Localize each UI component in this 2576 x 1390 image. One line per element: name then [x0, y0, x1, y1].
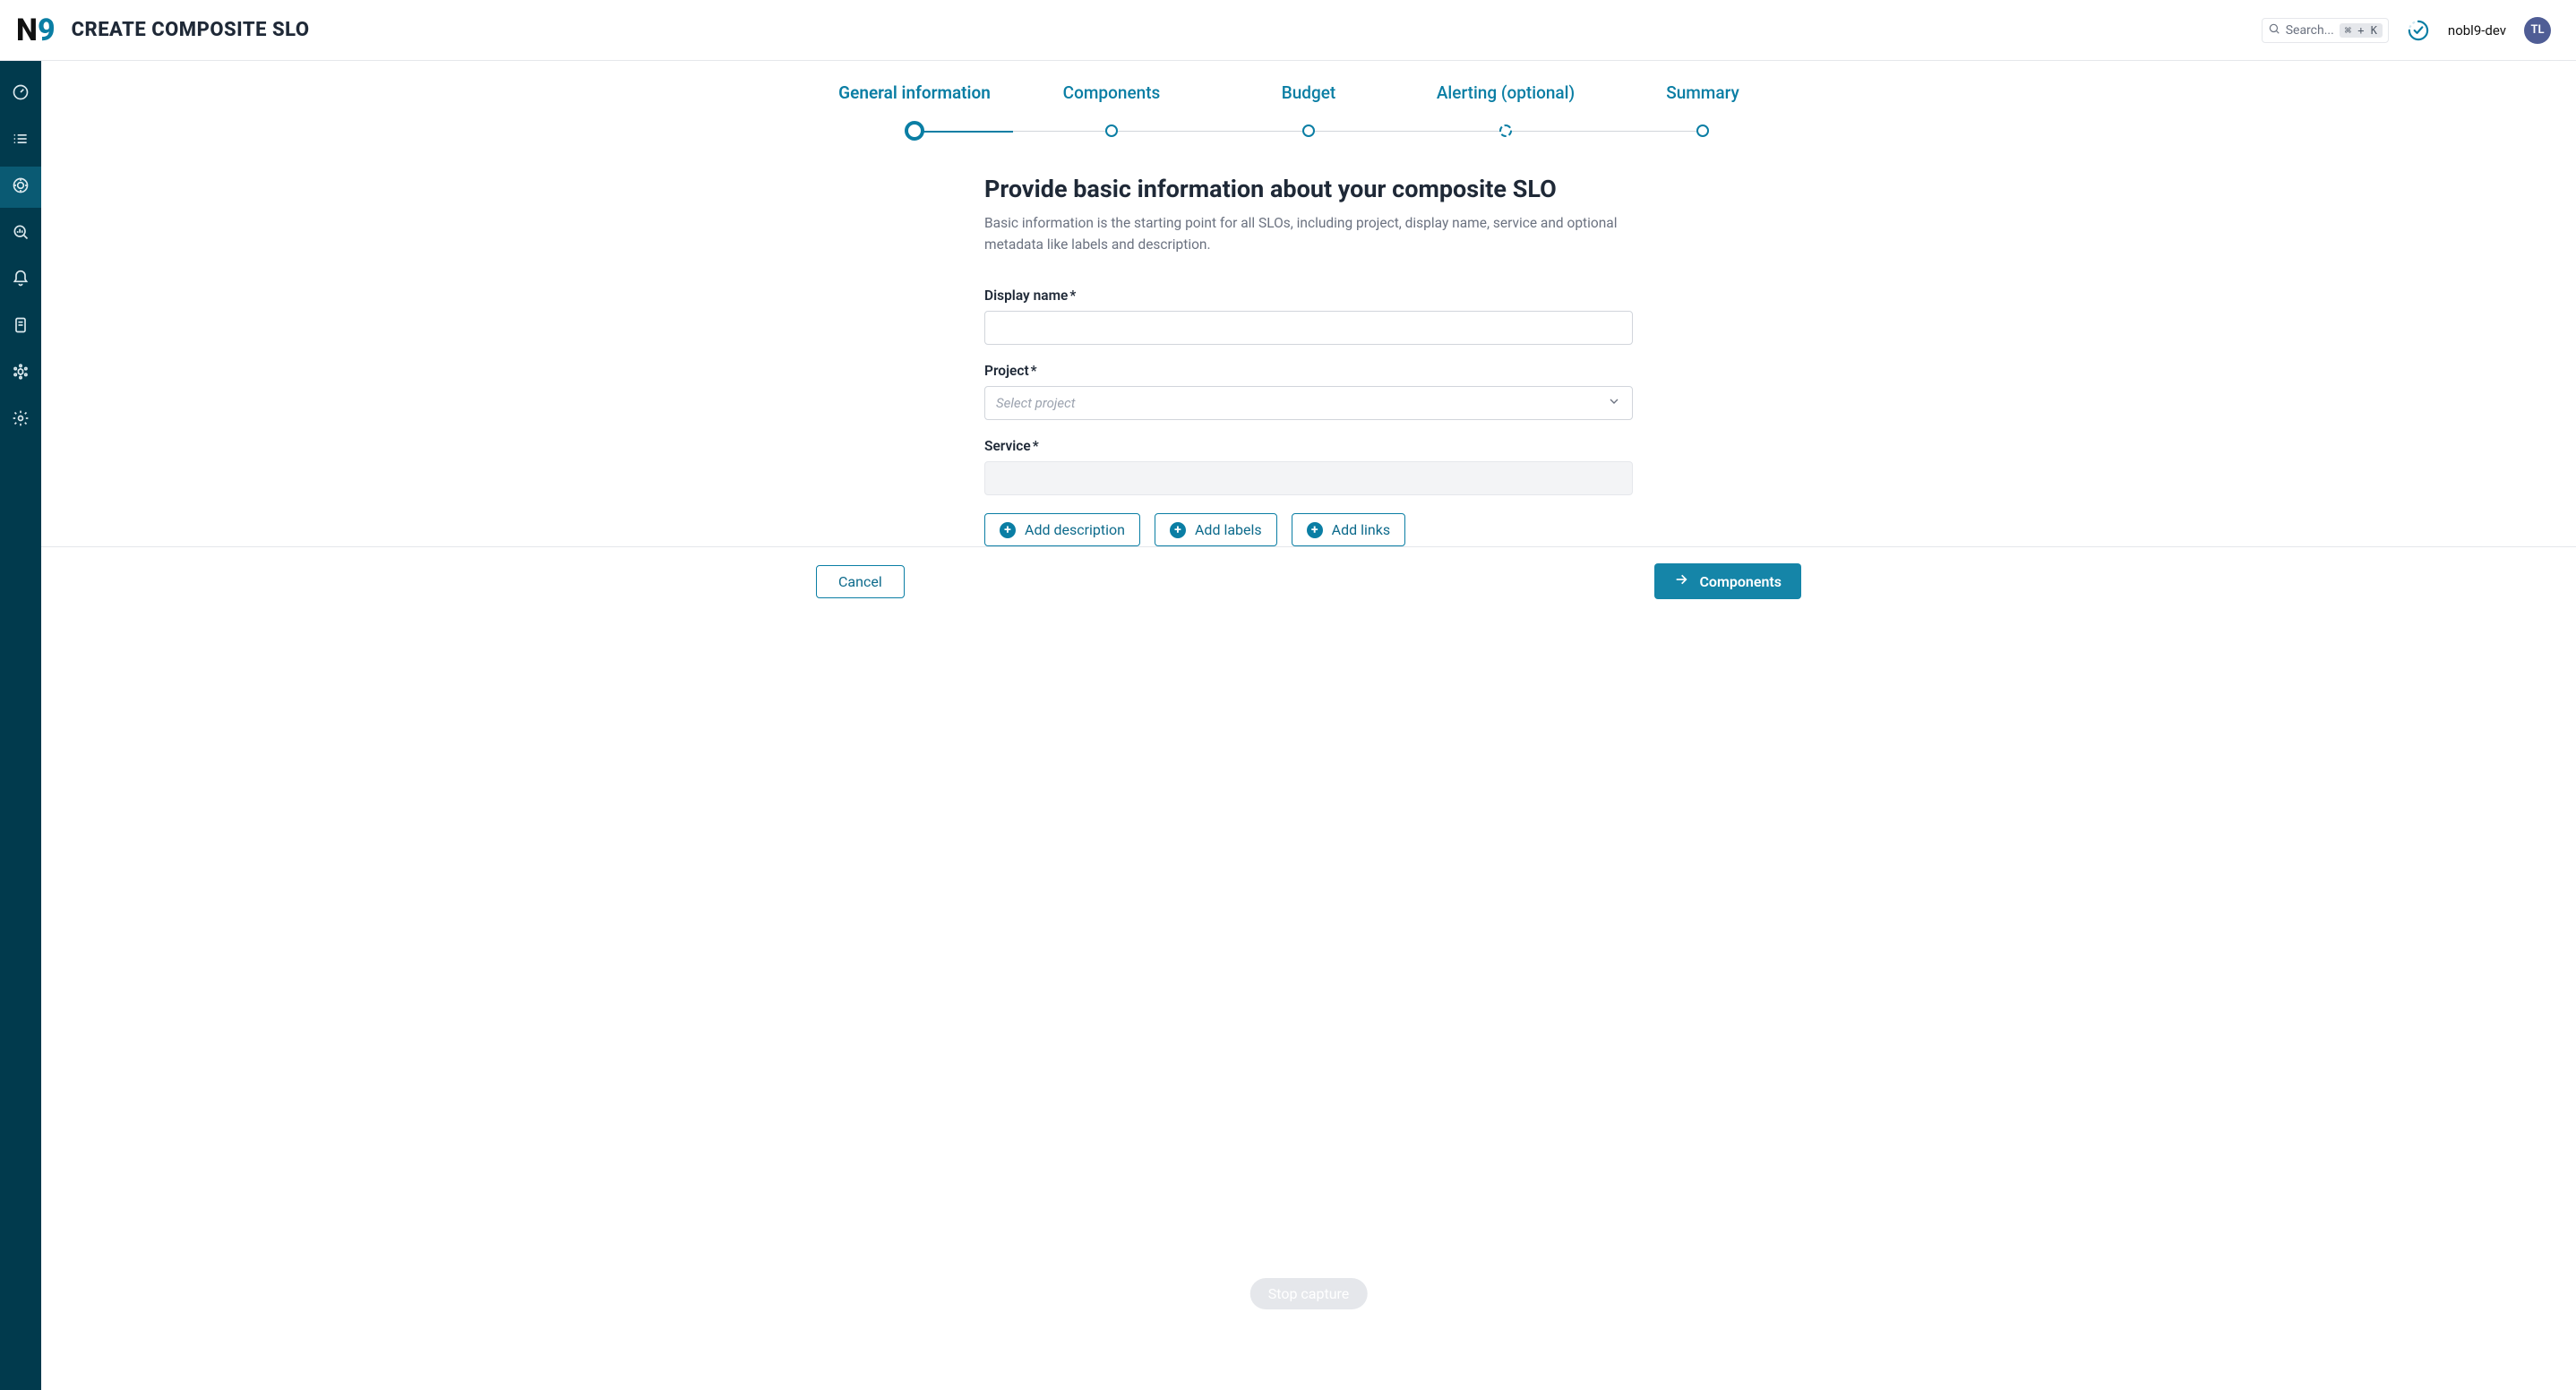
- bell-icon: [12, 270, 30, 291]
- cog-solid-icon: [12, 363, 30, 384]
- logo-n: N: [16, 15, 38, 46]
- sidebar-item-gauge[interactable]: [0, 73, 41, 115]
- target-icon: [12, 176, 30, 198]
- next-button-label: Components: [1699, 573, 1782, 590]
- step-dot-1: [905, 121, 924, 141]
- gear-icon: [12, 409, 30, 431]
- search-placeholder-text: Search...: [2286, 23, 2334, 38]
- add-extras-row: + Add description + Add labels + Add lin…: [984, 513, 1633, 546]
- field-project: Project* Select project: [984, 363, 1633, 420]
- label-display-name: Display name*: [984, 287, 1633, 304]
- step-dot-3: [1302, 124, 1315, 137]
- step-budget[interactable]: Budget: [1210, 82, 1407, 103]
- form-heading: Provide basic information about your com…: [984, 175, 1633, 203]
- wizard-footer-inner: Cancel Components: [816, 563, 1801, 599]
- sidebar-item-reports[interactable]: [0, 306, 41, 348]
- add-links-button[interactable]: + Add links: [1292, 513, 1405, 546]
- progress-ring-icon[interactable]: [2407, 19, 2430, 42]
- logo-9: 9: [38, 15, 56, 46]
- sidebar-item-integrations[interactable]: [0, 353, 41, 394]
- add-labels-label: Add labels: [1195, 521, 1262, 538]
- project-select[interactable]: Select project: [984, 386, 1633, 420]
- label-service-text: Service: [984, 438, 1031, 454]
- label-service: Service*: [984, 438, 1633, 454]
- search-icon: [2268, 22, 2280, 39]
- required-mark: *: [1031, 363, 1037, 379]
- step-alerting[interactable]: Alerting (optional): [1407, 82, 1604, 103]
- plus-circle-icon: +: [1000, 522, 1016, 538]
- wizard-footer: Cancel Components: [41, 546, 2576, 615]
- field-display-name: Display name*: [984, 287, 1633, 345]
- plus-circle-icon: +: [1170, 522, 1186, 538]
- sidebar-item-target[interactable]: [0, 167, 41, 208]
- org-name[interactable]: nobl9-dev: [2448, 22, 2506, 39]
- page-title: CREATE COMPOSITE SLO: [72, 19, 310, 41]
- sidebar-item-settings[interactable]: [0, 399, 41, 441]
- avatar[interactable]: TL: [2524, 17, 2551, 44]
- document-icon: [12, 316, 30, 338]
- plus-circle-icon: +: [1307, 522, 1323, 538]
- top-bar-right: Search... ⌘ + K nobl9-dev TL: [2262, 17, 2551, 44]
- sidebar-item-analytics[interactable]: [0, 213, 41, 254]
- label-project-text: Project: [984, 363, 1029, 379]
- required-mark: *: [1069, 287, 1076, 304]
- project-select-placeholder: Select project: [996, 395, 1076, 411]
- main-area: General information Components Budget Al…: [41, 61, 2576, 1390]
- display-name-input[interactable]: [984, 311, 1633, 345]
- stop-capture-chip[interactable]: Stop capture: [1250, 1278, 1368, 1309]
- body-wrap: General information Components Budget Al…: [0, 61, 2576, 1390]
- required-mark: *: [1033, 438, 1039, 454]
- search-kbd-hint: ⌘ + K: [2340, 23, 2383, 38]
- step-track: [816, 123, 1801, 141]
- step-components[interactable]: Components: [1013, 82, 1210, 103]
- wizard-stepper: General information Components Budget Al…: [41, 61, 2576, 150]
- brand-logo[interactable]: N9: [16, 15, 56, 46]
- add-labels-button[interactable]: + Add labels: [1155, 513, 1277, 546]
- top-bar-left: N9 CREATE COMPOSITE SLO: [16, 15, 310, 46]
- search-box[interactable]: Search... ⌘ + K: [2262, 18, 2389, 43]
- top-bar: N9 CREATE COMPOSITE SLO Search... ⌘ + K …: [0, 0, 2576, 61]
- form-content: Provide basic information about your com…: [977, 175, 1640, 546]
- track-segment-done: [914, 131, 1013, 133]
- next-button[interactable]: Components: [1654, 563, 1801, 599]
- analytics-icon: [12, 223, 30, 245]
- step-dot-4: [1499, 124, 1512, 137]
- chevron-down-icon: [1607, 394, 1621, 412]
- sidebar-item-list[interactable]: [0, 120, 41, 161]
- cancel-button[interactable]: Cancel: [816, 565, 905, 598]
- field-service: Service*: [984, 438, 1633, 495]
- step-labels-row: General information Components Budget Al…: [816, 82, 1801, 103]
- gauge-icon: [12, 83, 30, 105]
- sidebar-item-alerts[interactable]: [0, 260, 41, 301]
- add-description-button[interactable]: + Add description: [984, 513, 1140, 546]
- label-project: Project*: [984, 363, 1633, 379]
- list-icon: [12, 130, 30, 151]
- step-summary[interactable]: Summary: [1604, 82, 1801, 103]
- arrow-right-icon: [1674, 572, 1688, 590]
- step-dot-5: [1696, 124, 1709, 137]
- form-subheading: Basic information is the starting point …: [984, 212, 1633, 255]
- service-input: [984, 461, 1633, 495]
- left-sidebar: [0, 61, 41, 1390]
- add-description-label: Add description: [1025, 521, 1125, 538]
- step-dot-2: [1105, 124, 1118, 137]
- stop-capture-label: Stop capture: [1268, 1285, 1350, 1302]
- add-links-label: Add links: [1332, 521, 1390, 538]
- label-display-name-text: Display name: [984, 287, 1068, 304]
- step-general-information[interactable]: General information: [816, 82, 1013, 103]
